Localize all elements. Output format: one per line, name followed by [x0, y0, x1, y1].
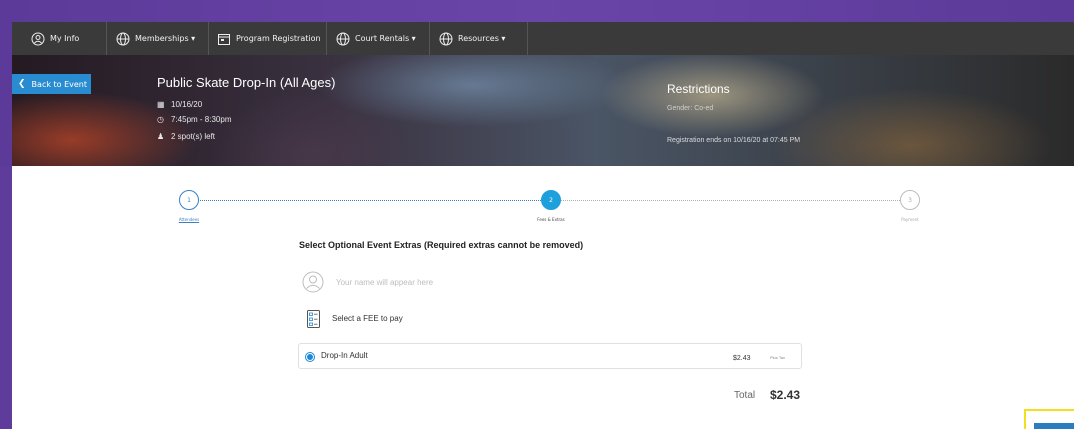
fee-name: Drop-In Adult [321, 351, 368, 360]
restrictions-title: Restrictions [667, 82, 730, 96]
attendee-name-placeholder: Your name will appear here [336, 278, 434, 287]
fee-option-drop-in-adult[interactable]: Drop-In Adult $2.43 Plus Tax [298, 343, 802, 369]
event-spots: ♟ 2 spot(s) left [157, 132, 215, 141]
nav-program-registration-label: Program Registration [236, 34, 321, 43]
nav-memberships-label: Memberships ▾ [135, 34, 196, 43]
nav-resources-label: Resources ▾ [458, 34, 506, 43]
stepper-line-complete [196, 200, 541, 201]
total-value: $2.43 [770, 388, 801, 402]
calendar-icon: ▦ [157, 100, 165, 109]
step-payment-number: 3 [908, 196, 912, 204]
page-left-strip [0, 166, 12, 429]
nav-program-registration[interactable]: Program Registration [209, 22, 327, 55]
chevron-left-icon: ❮ [18, 79, 26, 89]
globe-icon [438, 31, 453, 46]
nav-resources[interactable]: Resources ▾ [430, 22, 528, 55]
event-banner: ❮ Back to Event Public Skate Drop-In (Al… [12, 55, 1074, 166]
fee-radio[interactable] [305, 352, 315, 362]
total-label: Total [734, 390, 756, 401]
fee-list-icon [307, 310, 320, 328]
step-payment: 3 [900, 190, 920, 210]
nav-court-rentals[interactable]: Court Rentals ▾ [327, 22, 430, 55]
event-date-text: 10/16/20 [171, 100, 203, 109]
globe-icon [115, 31, 130, 46]
nav-my-info[interactable]: My Info [12, 22, 107, 55]
restrictions-gender: Gender: Co-ed [667, 105, 714, 112]
radio-selected-dot [307, 354, 313, 360]
step-fees-extras-label: Fees & Extras [537, 217, 565, 222]
extras-title: Select Optional Event Extras (Required e… [299, 240, 584, 250]
step-payment-label: Payment [901, 217, 919, 222]
step-attendees-number: 1 [187, 196, 191, 204]
step-attendees[interactable]: 1 [179, 190, 199, 210]
event-time: ◷ 7:45pm - 8:30pm [157, 115, 231, 124]
step-fees-extras-number: 2 [549, 196, 553, 204]
step-attendees-label[interactable]: Attendees [179, 217, 199, 222]
stepper-line-pending [561, 200, 900, 201]
person-icon: ♟ [157, 132, 165, 141]
event-time-text: 7:45pm - 8:30pm [171, 115, 232, 124]
fee-tax-note: Plus Tax [770, 355, 786, 360]
top-nav: My Info Memberships ▾ Program Registrati… [12, 22, 1074, 55]
globe-icon [335, 31, 350, 46]
nav-court-rentals-label: Court Rentals ▾ [355, 34, 416, 43]
registration-ends: Registration ends on 10/16/20 at 07:45 P… [667, 137, 801, 144]
back-to-event-button[interactable]: ❮ Back to Event [12, 74, 91, 94]
back-to-event-label: Back to Event [31, 79, 88, 89]
user-circle-icon [30, 31, 45, 46]
step-fees-extras: 2 [541, 190, 561, 210]
avatar [302, 271, 324, 293]
event-date: ▦ 10/16/20 [157, 100, 202, 109]
person-outline-icon [302, 271, 324, 293]
next-button[interactable] [1034, 423, 1074, 429]
nav-my-info-label: My Info [50, 34, 80, 43]
calendar-icon [217, 31, 231, 46]
event-title: Public Skate Drop-In (All Ages) [157, 75, 336, 90]
clock-icon: ◷ [157, 115, 164, 124]
fee-price: $2.43 [733, 355, 751, 362]
nav-memberships[interactable]: Memberships ▾ [107, 22, 209, 55]
main-content: 1 Attendees 2 Fees & Extras 3 Payment Se… [12, 166, 1074, 429]
event-spots-text: 2 spot(s) left [171, 132, 216, 141]
fee-prompt: Select a FEE to pay [332, 314, 403, 323]
